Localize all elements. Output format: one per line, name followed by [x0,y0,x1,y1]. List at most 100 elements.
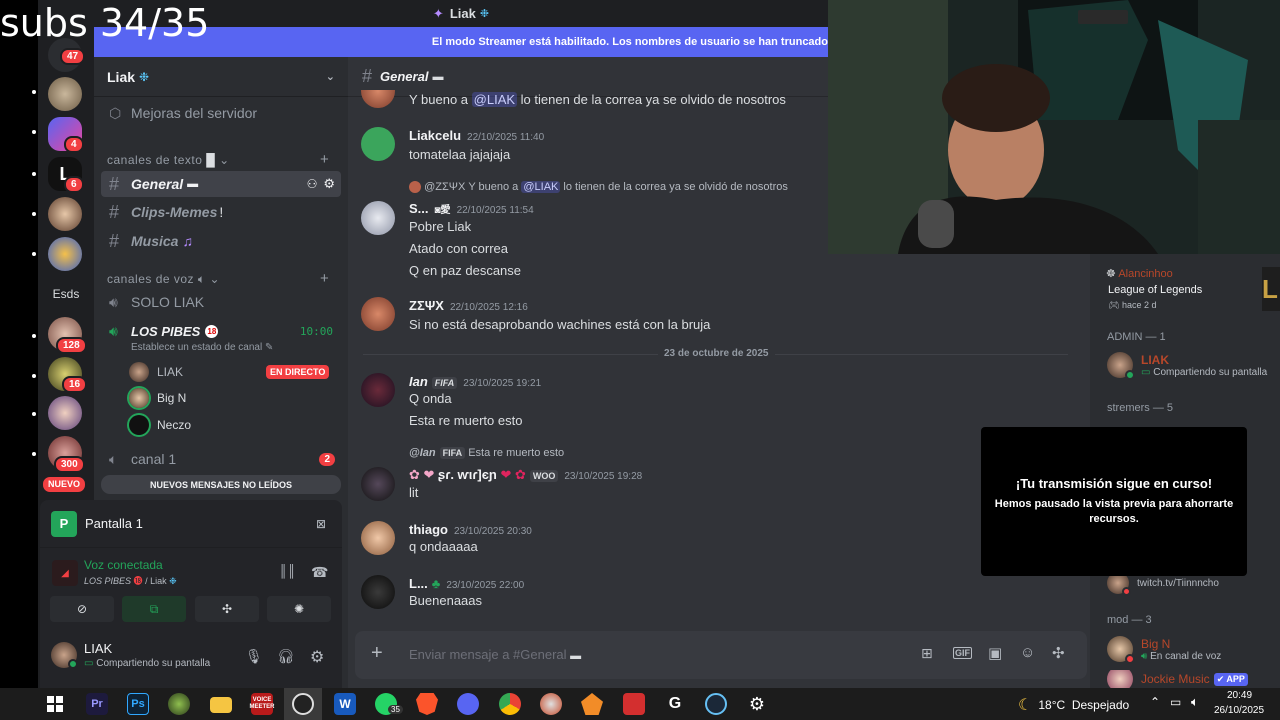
sticker-icon[interactable]: ▣ [988,644,1002,662]
app-icon[interactable] [540,693,562,715]
member-name: LIAK [1141,352,1169,367]
voice-channel-solo[interactable]: 🔊︎ SOLO LIAK [101,289,341,315]
placeholder-text: Enviar mensaje a #General [409,647,567,662]
speech-icon: ▬ [432,70,444,83]
unread-badge: 128 [56,337,87,354]
voice-channel-canal1[interactable]: 🔈︎ canal 1 2 [101,446,341,472]
voice-user-liak[interactable]: LIAK [129,362,183,382]
author-name[interactable]: thiago [409,522,448,537]
premiere-icon[interactable]: Pr [86,693,108,715]
brave-icon[interactable] [416,693,438,715]
avatar[interactable] [361,127,395,161]
avatar[interactable] [361,297,395,331]
author-name[interactable]: L... [409,576,428,591]
server-icon[interactable] [48,77,82,111]
server-icon[interactable] [48,237,82,271]
activities-button[interactable]: ✣ [195,596,259,622]
emoji-icon[interactable]: ☺ [1020,644,1035,661]
channel-status-hint[interactable]: Establece un estado de canal ✎ [131,342,273,353]
voicemeeter-icon[interactable]: VOICE MEETER [250,693,275,715]
avatar[interactable] [361,201,395,235]
windows-start-icon[interactable] [44,693,66,715]
fl-studio-icon[interactable] [581,693,603,715]
avatar[interactable] [361,373,395,407]
voice-user-big-n[interactable]: Big N [129,388,186,408]
add-channel-icon[interactable]: + [320,151,329,168]
avatar [361,90,395,108]
voice-category[interactable]: canales de voz 🔈︎ ⌄ [107,272,220,287]
activity-card[interactable]: ☸ Alancinhoo League of Legends 🎮︎ hace 2… [1100,263,1280,315]
obs-icon[interactable] [292,693,314,715]
headphones-icon[interactable]: 🎧︎ [277,648,295,665]
clock-date[interactable]: 26/10/2025 [1214,705,1264,716]
reply-preview[interactable]: @Ian FIFA Esta re muerto esto [409,447,564,459]
reply-preview[interactable]: @ΖΣΨΧ Y bueno a @LIAK lo tienen de la co… [409,181,788,194]
logitech-icon[interactable]: G [664,693,686,715]
tray-chevron-icon[interactable]: ⌃ [1150,695,1160,709]
author-name[interactable]: ʂɾ. ⱳιɾ]єɲ [438,467,497,482]
gif-icon[interactable]: GIF [953,647,972,659]
app-icon[interactable] [623,693,645,715]
add-attachment-icon[interactable]: + [371,642,383,665]
timestamp: 23/10/2025 22:00 [446,580,525,591]
voice-status[interactable]: Voz conectada [84,558,163,572]
text-category[interactable]: canales de texto █ ⌄ [107,153,230,167]
member-jockie[interactable]: Jockie Music ✔ APP [1107,670,1248,688]
screen-share-button[interactable]: ⧉ [122,596,186,622]
server-header[interactable]: Liak ❉ ⌄ [94,57,348,97]
gift-icon[interactable]: ⊞ [921,645,933,662]
volume-icon[interactable]: 🔈︎ [1191,694,1199,710]
channel-clips-memes[interactable]: # Clips-Memes ! [101,199,341,225]
speaker-icon: 🔈︎ [197,272,206,286]
network-icon[interactable]: ▭ [1170,695,1181,709]
server-boost-item[interactable]: ⬡ Mejoras del servidor [101,100,341,126]
author-name[interactable]: ΖΣΨΧ [409,298,444,313]
discord-icon[interactable] [457,693,479,715]
new-pill[interactable]: NUEVO [41,475,88,494]
channel-name: LOS PIBES [131,323,201,339]
chrome-icon[interactable] [499,693,521,715]
weather-widget[interactable]: ☾ 18°C Despejado [1018,695,1129,715]
server-icon[interactable] [48,197,82,231]
avatar[interactable] [361,521,395,555]
photoshop-icon[interactable]: Ps [127,693,149,715]
steam-icon[interactable] [705,693,727,715]
member-liak[interactable]: LIAK ▭ Compartiendo su pantalla [1107,352,1267,380]
word-icon[interactable]: W [334,693,356,715]
gear-icon[interactable]: ⚙ [323,176,335,192]
noise-suppression-icon[interactable]: ║║ [279,564,296,578]
strip-dot [32,452,36,456]
age-limit-icon: ⓲ [133,576,143,586]
message-input[interactable]: Enviar mensaje a #General ▬ [409,647,581,662]
gear-icon[interactable]: ⚙ [310,647,324,667]
microphone-icon[interactable]: 🎙︎ [245,648,263,665]
server-icon[interactable] [48,396,82,430]
folder-label[interactable]: Esds [38,287,94,301]
author-name[interactable]: Ian [409,374,428,389]
channel-musica[interactable]: # Musica ♫ [101,228,341,254]
add-channel-icon[interactable]: + [320,270,329,287]
camera-off-button[interactable]: ⊘ [50,596,114,622]
folder-icon[interactable] [210,697,232,713]
date-divider-label: 23 de octubre de 2025 [658,348,775,359]
voice-location[interactable]: LOS PIBES ⓲ / Liak ❉ [84,574,177,587]
voice-user-neczo[interactable]: Neczo [129,415,191,435]
game-logo-icon: L [1262,267,1280,311]
user-mention[interactable]: @LIAK [471,92,518,107]
new-unread-pill[interactable]: NUEVOS MENSAJES NO LEÍDOS [101,475,341,494]
close-preview-icon[interactable]: ⊠ [316,517,326,531]
apps-icon[interactable]: ✣ [1052,644,1065,662]
settings-icon[interactable]: ⚙ [746,693,768,715]
voice-channel-pibes[interactable]: 🔊︎ LOS PIBES 18 10:00 [101,318,341,344]
soundboard-button[interactable]: ✺ [267,596,331,622]
user-mention: @LIAK [521,181,561,193]
author-name[interactable]: S... [409,201,429,216]
author-name[interactable]: Liakcelu [409,128,461,143]
channel-general[interactable]: # General ▬ ⚇ ⚙ [101,171,341,197]
member-big-n[interactable]: Big N 🔊︎ En canal de voz [1107,636,1221,664]
disconnect-icon[interactable]: ☎ [311,564,328,581]
avatar[interactable] [361,467,395,501]
clock-time[interactable]: 20:49 [1227,690,1252,701]
avatar[interactable] [361,575,395,609]
app-icon[interactable] [168,693,190,715]
